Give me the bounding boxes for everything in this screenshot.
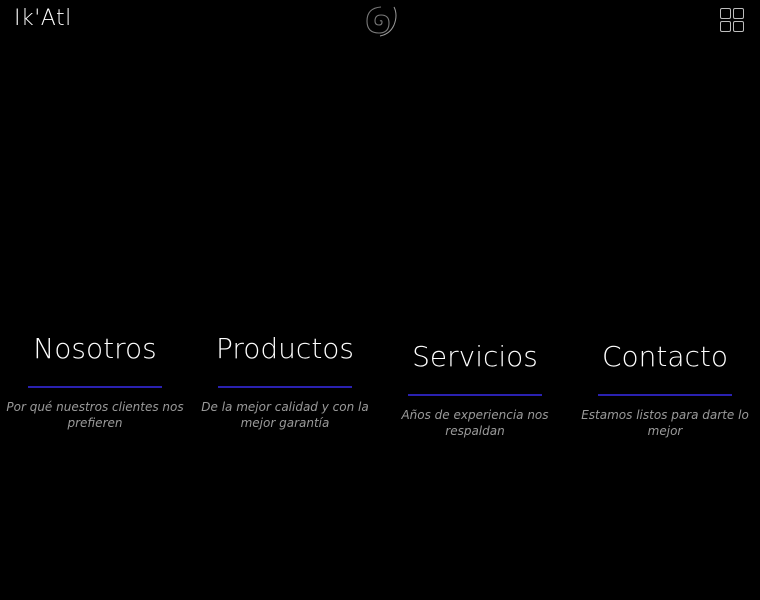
section-subtitle: Por qué nuestros clientes nos prefieren <box>6 400 184 430</box>
section-card-servicios[interactable]: Servicios Años de experiencia nos respal… <box>380 340 570 439</box>
section-title[interactable]: Nosotros <box>0 332 190 366</box>
accent-divider <box>28 386 162 388</box>
section-cards: Nosotros Por qué nuestros clientes nos p… <box>0 0 760 600</box>
accent-divider <box>408 394 542 396</box>
section-title[interactable]: Servicios <box>380 340 570 374</box>
section-card-productos[interactable]: Productos De la mejor calidad y con la m… <box>190 332 380 431</box>
section-subtitle: Años de experiencia nos respaldan <box>401 408 549 438</box>
accent-divider <box>218 386 352 388</box>
section-card-nosotros[interactable]: Nosotros Por qué nuestros clientes nos p… <box>0 332 190 431</box>
section-subtitle: De la mejor calidad y con la mejor garan… <box>201 400 369 430</box>
section-title[interactable]: Productos <box>190 332 380 366</box>
section-card-contacto[interactable]: Contacto Estamos listos para darte lo me… <box>570 340 760 439</box>
page: Ik'Atl Nosotros Por qué nuestros cliente… <box>0 0 760 600</box>
accent-divider <box>598 394 732 396</box>
section-title[interactable]: Contacto <box>570 340 760 374</box>
section-subtitle: Estamos listos para darte lo mejor <box>581 408 749 438</box>
